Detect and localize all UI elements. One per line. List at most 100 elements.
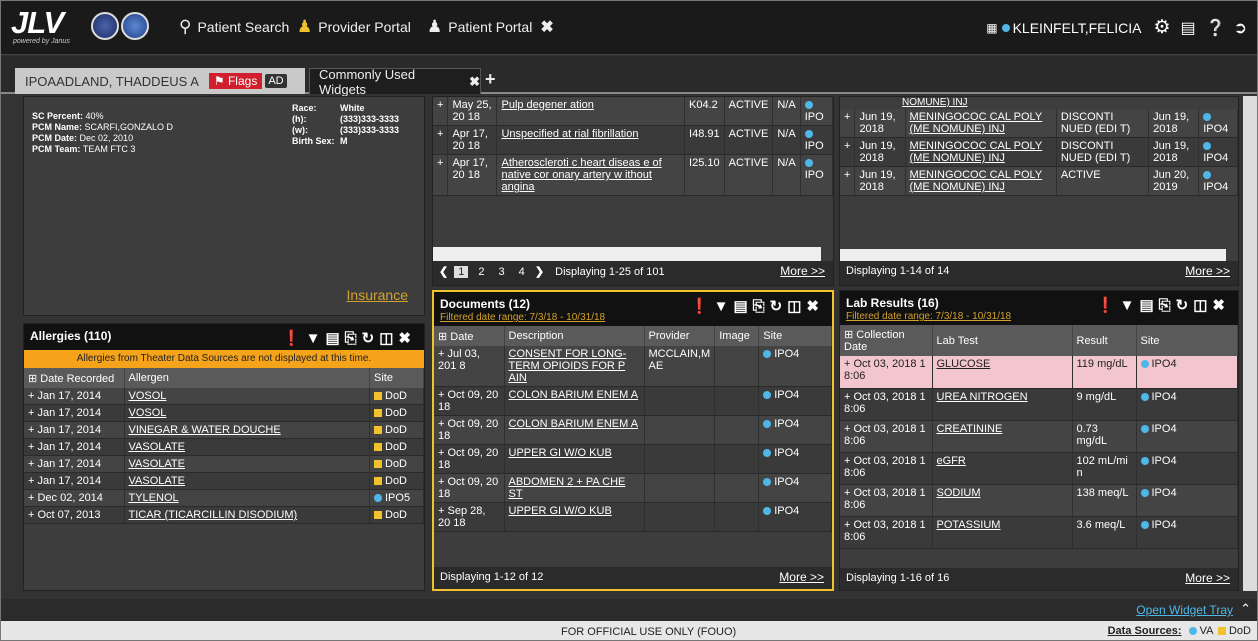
table-row[interactable]: + Oct 03, 2018 1 8:06 CREATININE 0.73 mg/d… xyxy=(840,420,1238,453)
table-row[interactable]: + Oct 03, 2018 1 8:06 SODIUM 138 meq/L IPO4 xyxy=(840,484,1238,517)
table-row[interactable]: + Jan 17, 2014 VOSOL DoD xyxy=(24,388,424,405)
vaccine-link[interactable]: MENINGOCOC CAL POLY (ME NOMUNE) INJ xyxy=(905,109,1057,138)
allergen-link-text[interactable]: TICAR (TICARCILLIN DISODIUM) xyxy=(129,509,298,521)
widgets-tab[interactable]: Commonly Used Widgets ✖ xyxy=(309,67,481,97)
table-row[interactable]: + Sep 28, 20 18 UPPER GI W/O KUB IPO4 xyxy=(434,502,832,532)
col-header[interactable]: Site xyxy=(1136,325,1238,356)
table-row[interactable]: + Oct 07, 2013 TICAR (TICARCILLIN DISODIU… xyxy=(24,506,424,524)
problem-link[interactable]: Unspecified at rial fibrillation xyxy=(496,125,686,155)
lab-link[interactable]: POTASSIUM xyxy=(932,516,1073,549)
ad-badge[interactable]: AD xyxy=(265,74,287,88)
lab-link-text[interactable]: eGFR xyxy=(937,455,966,467)
table-row[interactable]: + Jul 03, 201 8 CONSENT FOR LONG-TERM OPI… xyxy=(434,346,832,387)
document-link[interactable]: COLON BARIUM ENEM A xyxy=(504,386,645,416)
nav-patient-portal[interactable]: ♟ Patient Portal ✖ xyxy=(427,13,554,41)
document-link-text[interactable]: UPPER GI W/O KUB xyxy=(509,447,612,459)
allergen-link-text[interactable]: VASOLATE xyxy=(129,458,185,470)
table-row[interactable]: + Jan 17, 2014 VOSOL DoD xyxy=(24,404,424,422)
allergen-link-text[interactable]: VINEGAR & WATER DOUCHE xyxy=(129,424,281,436)
vaccine-link[interactable]: MENINGOCOC CAL POLY (ME NOMUNE) INJ xyxy=(905,166,1057,196)
open-widget-tray-link[interactable]: Open Widget Tray xyxy=(1136,603,1233,617)
data-sources-label[interactable]: Data Sources: xyxy=(1108,625,1182,637)
expand-cell[interactable]: + xyxy=(433,154,449,196)
table-row[interactable]: + Apr 17, 20 18 Unspecified at rial fibril… xyxy=(433,125,833,155)
allergen-link[interactable]: VASOLATE xyxy=(124,472,370,490)
col-header[interactable]: Image xyxy=(714,326,760,346)
col-header[interactable]: ⊞ Date Recorded xyxy=(24,368,125,388)
vaccine-link-text[interactable]: MENINGOCOC CAL POLY (ME NOMUNE) INJ xyxy=(910,169,1043,193)
patient-tab[interactable]: IPOAADLAND, THADDEUS A ⚑ Flags AD xyxy=(15,68,305,94)
more-link[interactable]: More >> xyxy=(1185,264,1230,278)
document-link-text[interactable]: COLON BARIUM ENEM A xyxy=(509,389,639,401)
document-link[interactable]: UPPER GI W/O KUB xyxy=(504,502,645,532)
table-row[interactable]: + Jan 17, 2014 VASOLATE DoD xyxy=(24,455,424,473)
problem-link-text[interactable]: Atheroscleroti c heart diseas e of nativ… xyxy=(501,157,661,193)
notes-icon[interactable]: ▤ xyxy=(1181,18,1196,38)
vaccine-link-text[interactable]: MENINGOCOC CAL POLY (ME NOMUNE) INJ xyxy=(910,140,1043,164)
next-page-icon[interactable]: ❯ xyxy=(535,266,544,278)
user-name[interactable]: KLEINFELT,FELICIA xyxy=(1013,20,1142,36)
table-row[interactable]: + Oct 03, 2018 1 8:06 POTASSIUM 3.6 meq/L I… xyxy=(840,516,1238,549)
table-row[interactable]: + Jun 19, 2018 MENINGOCOC CAL POLY (ME NOM… xyxy=(840,137,1238,167)
table-row[interactable]: + Oct 09, 20 18 UPPER GI W/O KUB IPO4 xyxy=(434,444,832,474)
allergen-link[interactable]: VINEGAR & WATER DOUCHE xyxy=(124,421,370,439)
problem-link-text[interactable]: Unspecified at rial fibrillation xyxy=(501,128,638,140)
allergen-link-text[interactable]: VASOLATE xyxy=(129,441,185,453)
lab-link[interactable]: GLUCOSE xyxy=(932,356,1073,389)
page-2[interactable]: 2 xyxy=(474,266,488,278)
col-header[interactable]: Description xyxy=(504,326,645,346)
lab-link-text[interactable]: POTASSIUM xyxy=(937,519,1001,531)
document-link[interactable]: ABDOMEN 2 + PA CHE ST xyxy=(504,473,645,503)
logout-icon[interactable]: ➲ xyxy=(1234,18,1247,38)
problem-link[interactable]: Atheroscleroti c heart diseas e of nativ… xyxy=(496,154,686,196)
page-1[interactable]: 1 xyxy=(454,266,469,278)
allergen-link-text[interactable]: TYLENOL xyxy=(129,492,179,504)
lab-link-text[interactable]: CREATININE xyxy=(937,423,1003,435)
flags-badge[interactable]: ⚑ Flags xyxy=(208,73,263,89)
vaccine-link[interactable]: MENINGOCOC CAL POLY (ME NOMUNE) INJ xyxy=(905,137,1057,167)
problem-link[interactable]: Pulp degener ation xyxy=(496,97,686,126)
table-row[interactable]: + Oct 09, 20 18 ABDOMEN 2 + PA CHE ST IPO4 xyxy=(434,473,832,503)
allergen-link[interactable]: VOSOL xyxy=(124,388,370,405)
close-icon[interactable]: ✖ xyxy=(469,74,480,90)
document-link[interactable]: COLON BARIUM ENEM A xyxy=(504,415,645,445)
allergen-link[interactable]: VASOLATE xyxy=(124,455,370,473)
col-header[interactable]: Site xyxy=(758,326,832,346)
nav-patient-search[interactable]: ⚲ Patient Search xyxy=(179,13,289,41)
table-row[interactable]: + Apr 17, 20 18 Atheroscleroti c heart dis… xyxy=(433,154,833,196)
col-header[interactable]: ⊞ Collection Date xyxy=(840,325,933,356)
more-link[interactable]: More >> xyxy=(1185,571,1230,585)
table-row[interactable]: + Jan 17, 2014 VASOLATE DoD xyxy=(24,472,424,490)
add-tab-icon[interactable]: + xyxy=(485,69,496,90)
document-link[interactable]: UPPER GI W/O KUB xyxy=(504,444,645,474)
h-scrollbar[interactable] xyxy=(433,247,821,261)
document-link-text[interactable]: CONSENT FOR LONG-TERM OPIOIDS FOR P AIN xyxy=(509,348,627,384)
col-header[interactable]: ⊞ Date xyxy=(434,326,505,346)
table-row[interactable]: + Jan 17, 2014 VINEGAR & WATER DOUCHE DoD xyxy=(24,421,424,439)
chevron-up-icon[interactable]: ⌃ xyxy=(1240,601,1251,617)
col-header[interactable]: Result xyxy=(1072,325,1137,356)
lab-link[interactable]: SODIUM xyxy=(932,484,1073,517)
col-header[interactable]: Allergen xyxy=(124,368,370,388)
table-row[interactable]: + Dec 02, 2014 TYLENOL IPO5 xyxy=(24,489,424,507)
table-row[interactable]: + Oct 09, 20 18 COLON BARIUM ENEM A IPO4 xyxy=(434,386,832,416)
nav-provider-portal[interactable]: ♟ Provider Portal xyxy=(297,13,411,41)
page-3[interactable]: 3 xyxy=(495,266,509,278)
table-row[interactable]: + Jan 17, 2014 VASOLATE DoD xyxy=(24,438,424,456)
document-link-text[interactable]: ABDOMEN 2 + PA CHE ST xyxy=(509,476,626,500)
close-icon[interactable]: ✖ xyxy=(540,17,553,37)
table-row[interactable]: + May 25, 20 18 Pulp degener ation K04.2 ACT… xyxy=(433,97,833,126)
expand-cell[interactable]: + xyxy=(840,137,856,167)
allergen-link[interactable]: TYLENOL xyxy=(124,489,370,507)
document-link-text[interactable]: COLON BARIUM ENEM A xyxy=(509,418,639,430)
col-header[interactable]: Lab Test xyxy=(932,325,1073,356)
lab-link-text[interactable]: UREA NITROGEN xyxy=(937,391,1028,403)
lab-link-text[interactable]: GLUCOSE xyxy=(937,358,991,370)
expand-cell[interactable]: + xyxy=(840,109,856,138)
gear-icon[interactable]: ⚙ xyxy=(1154,16,1171,39)
allergen-link-text[interactable]: VOSOL xyxy=(129,407,167,419)
panel-toolbar[interactable]: ❗▼▤⎘↻◫✖ xyxy=(1096,296,1230,314)
more-link[interactable]: More >> xyxy=(779,570,824,584)
document-link[interactable]: CONSENT FOR LONG-TERM OPIOIDS FOR P AIN xyxy=(504,346,645,387)
table-row[interactable]: + Oct 03, 2018 1 8:06 eGFR 102 mL/mi n IPO4 xyxy=(840,452,1238,485)
